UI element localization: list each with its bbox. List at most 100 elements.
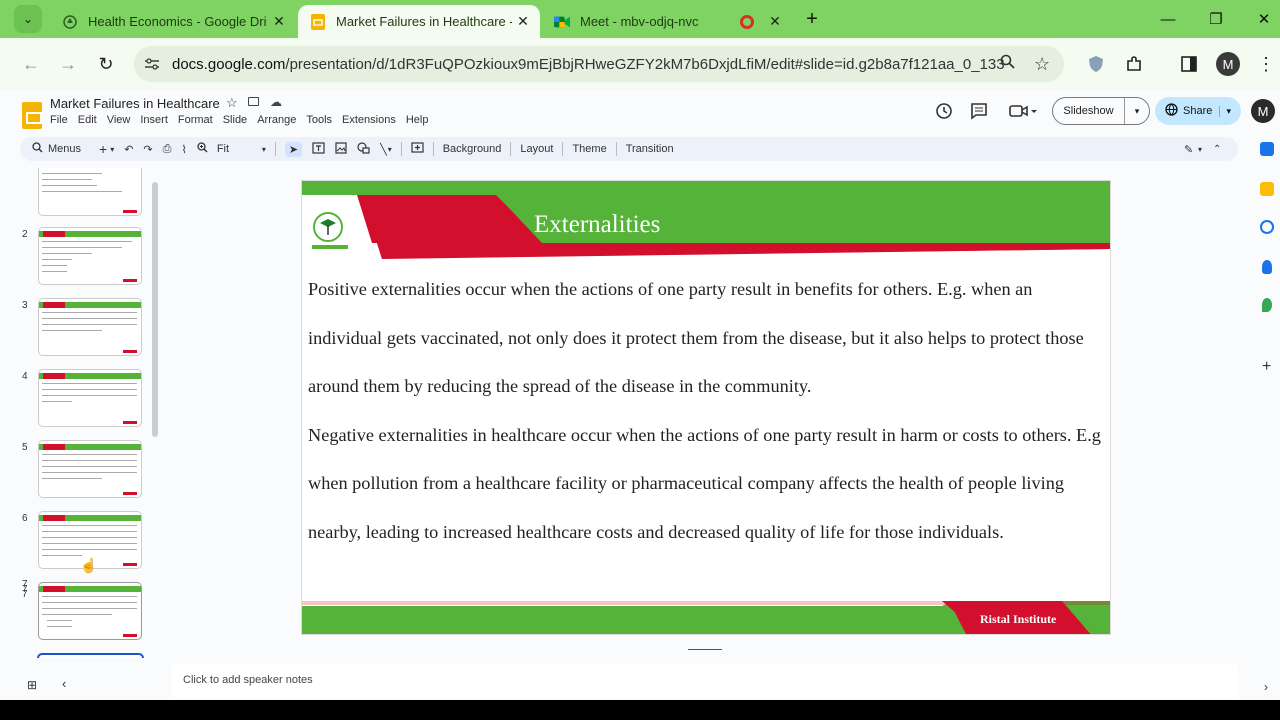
print-icon[interactable]: ⎙ xyxy=(163,143,172,156)
collapse-chevron-icon[interactable]: ⌃ xyxy=(1213,144,1221,155)
slideshow-button[interactable]: Slideshow ▾ xyxy=(1052,97,1150,125)
slide-thumbnail-selected[interactable] xyxy=(37,653,144,658)
add-comment-icon[interactable] xyxy=(411,141,424,157)
redo-icon[interactable]: ↷ xyxy=(143,143,152,156)
transition-button[interactable]: Transition xyxy=(626,143,674,155)
address-bar[interactable]: docs.google.com/presentation/d/1dR3FuQPO… xyxy=(134,46,1064,82)
maps-icon[interactable] xyxy=(1262,298,1272,312)
menu-slide[interactable]: Slide xyxy=(223,114,247,126)
chevron-down-icon[interactable]: ▾ xyxy=(1219,105,1231,117)
grid-view-icon[interactable]: ⊞ xyxy=(27,678,37,692)
collapse-filmstrip-icon[interactable]: ‹ xyxy=(62,676,66,691)
thumb-footer xyxy=(123,563,137,566)
new-tab-button[interactable]: + xyxy=(790,6,834,32)
close-icon[interactable]: ✕ xyxy=(764,13,786,30)
slide-thumbnail[interactable] xyxy=(38,369,142,427)
chevron-down-icon[interactable]: ▾ xyxy=(1198,145,1202,154)
meet-camera-icon[interactable] xyxy=(1008,102,1038,125)
thumb-line xyxy=(42,191,122,192)
filmstrip-scrollbar[interactable] xyxy=(152,182,158,437)
slide-title[interactable]: Externalities xyxy=(534,211,660,239)
menu-arrange[interactable]: Arrange xyxy=(257,114,296,126)
background-button[interactable]: Background xyxy=(443,143,502,155)
slide-thumbnail[interactable] xyxy=(38,298,142,356)
slide-canvas[interactable]: Externalities Positive externalities occ… xyxy=(301,180,1111,635)
notes-resize-handle[interactable] xyxy=(688,649,722,650)
bookmark-star-icon[interactable]: ☆ xyxy=(1034,54,1050,75)
toolbar-divider xyxy=(432,142,434,156)
slide-body-text[interactable]: Positive externalities occur when the ac… xyxy=(308,265,1108,557)
close-window-icon[interactable]: ✕ xyxy=(1242,6,1280,32)
menu-extensions[interactable]: Extensions xyxy=(342,114,396,126)
site-settings-icon[interactable] xyxy=(142,54,162,74)
close-icon[interactable]: ✕ xyxy=(512,13,534,30)
line-icon[interactable]: ╲ xyxy=(380,143,387,156)
paint-format-icon[interactable]: ⌇ xyxy=(181,143,186,156)
tab-search-button[interactable]: ⌄ xyxy=(14,5,42,33)
undo-icon[interactable]: ↶ xyxy=(124,143,133,156)
browser-menu-icon[interactable]: ⋮ xyxy=(1252,50,1280,78)
minimize-icon[interactable]: — xyxy=(1146,6,1190,32)
extensions-puzzle-icon[interactable] xyxy=(1120,50,1148,78)
slide-thumbnail[interactable] xyxy=(38,168,142,216)
text-box-icon[interactable] xyxy=(312,141,325,157)
back-arrow-icon[interactable]: ← xyxy=(17,50,45,78)
chevron-down-icon[interactable]: ▾ xyxy=(388,145,392,154)
contacts-icon[interactable] xyxy=(1262,260,1272,274)
menus-search[interactable]: Menus xyxy=(48,143,94,155)
chevron-down-icon[interactable]: ▾ xyxy=(110,145,114,154)
tab-meet[interactable]: Meet - mbv-odjq-nvc ✕ xyxy=(542,5,792,38)
forward-arrow-icon[interactable]: → xyxy=(54,50,82,78)
comments-icon[interactable] xyxy=(970,102,988,125)
side-panel-icon[interactable] xyxy=(1175,50,1203,78)
calendar-icon[interactable] xyxy=(1260,142,1274,156)
pen-mode-icon[interactable]: ✎ xyxy=(1184,143,1193,156)
move-folder-icon[interactable] xyxy=(248,97,259,106)
star-icon[interactable]: ☆ xyxy=(226,95,238,111)
new-slide-icon[interactable]: + xyxy=(99,141,107,157)
image-icon[interactable] xyxy=(335,141,347,157)
menu-help[interactable]: Help xyxy=(406,114,429,126)
tasks-icon[interactable] xyxy=(1260,220,1274,234)
expand-panel-icon[interactable]: › xyxy=(1264,680,1268,694)
cloud-status-icon[interactable]: ☁ xyxy=(270,95,282,109)
chevron-down-icon[interactable]: ▾ xyxy=(262,145,266,154)
select-cursor-icon[interactable]: ➤ xyxy=(284,141,303,157)
slide-thumbnail[interactable] xyxy=(38,440,142,498)
slide-thumbnail[interactable] xyxy=(38,582,142,640)
thumb-line xyxy=(42,454,137,455)
slide-thumbnail[interactable] xyxy=(38,227,142,285)
tab-market-failures[interactable]: Market Failures in Healthcare - G ✕ xyxy=(298,5,540,38)
version-history-icon[interactable] xyxy=(935,102,953,125)
layout-button[interactable]: Layout xyxy=(520,143,553,155)
shape-icon[interactable] xyxy=(357,141,370,157)
menu-file[interactable]: File xyxy=(50,114,68,126)
menu-insert[interactable]: Insert xyxy=(140,114,168,126)
slides-logo-icon[interactable] xyxy=(22,102,42,129)
shield-extension-icon[interactable] xyxy=(1082,50,1110,78)
zoom-magnifier-icon[interactable] xyxy=(1000,54,1016,74)
zoom-select[interactable]: Fit xyxy=(217,143,257,155)
profile-avatar[interactable]: M xyxy=(1216,52,1240,76)
toolbar-divider xyxy=(400,142,402,156)
menu-tools[interactable]: Tools xyxy=(306,114,332,126)
search-icon[interactable] xyxy=(32,142,43,156)
add-addon-icon[interactable]: + xyxy=(1262,358,1271,376)
restore-icon[interactable]: ❐ xyxy=(1194,6,1238,32)
menu-edit[interactable]: Edit xyxy=(78,114,97,126)
tab-health-economics[interactable]: Health Economics - Google Dri ✕ xyxy=(50,5,296,38)
zoom-icon[interactable] xyxy=(197,142,208,156)
speaker-notes[interactable]: Click to add speaker notes xyxy=(172,664,1238,698)
share-button[interactable]: Share ▾ xyxy=(1155,97,1241,125)
document-title[interactable]: Market Failures in Healthcare xyxy=(50,96,220,111)
keep-icon[interactable] xyxy=(1260,182,1274,196)
theme-button[interactable]: Theme xyxy=(572,143,606,155)
close-icon[interactable]: ✕ xyxy=(268,13,290,30)
thumb-line xyxy=(42,173,102,174)
chevron-down-icon[interactable]: ▾ xyxy=(1125,106,1149,117)
url-text[interactable]: docs.google.com/presentation/d/1dR3FuQPO… xyxy=(172,56,1005,73)
menu-view[interactable]: View xyxy=(107,114,131,126)
reload-icon[interactable]: ↻ xyxy=(92,50,120,78)
slideshow-label: Slideshow xyxy=(1053,98,1125,124)
menu-format[interactable]: Format xyxy=(178,114,213,126)
